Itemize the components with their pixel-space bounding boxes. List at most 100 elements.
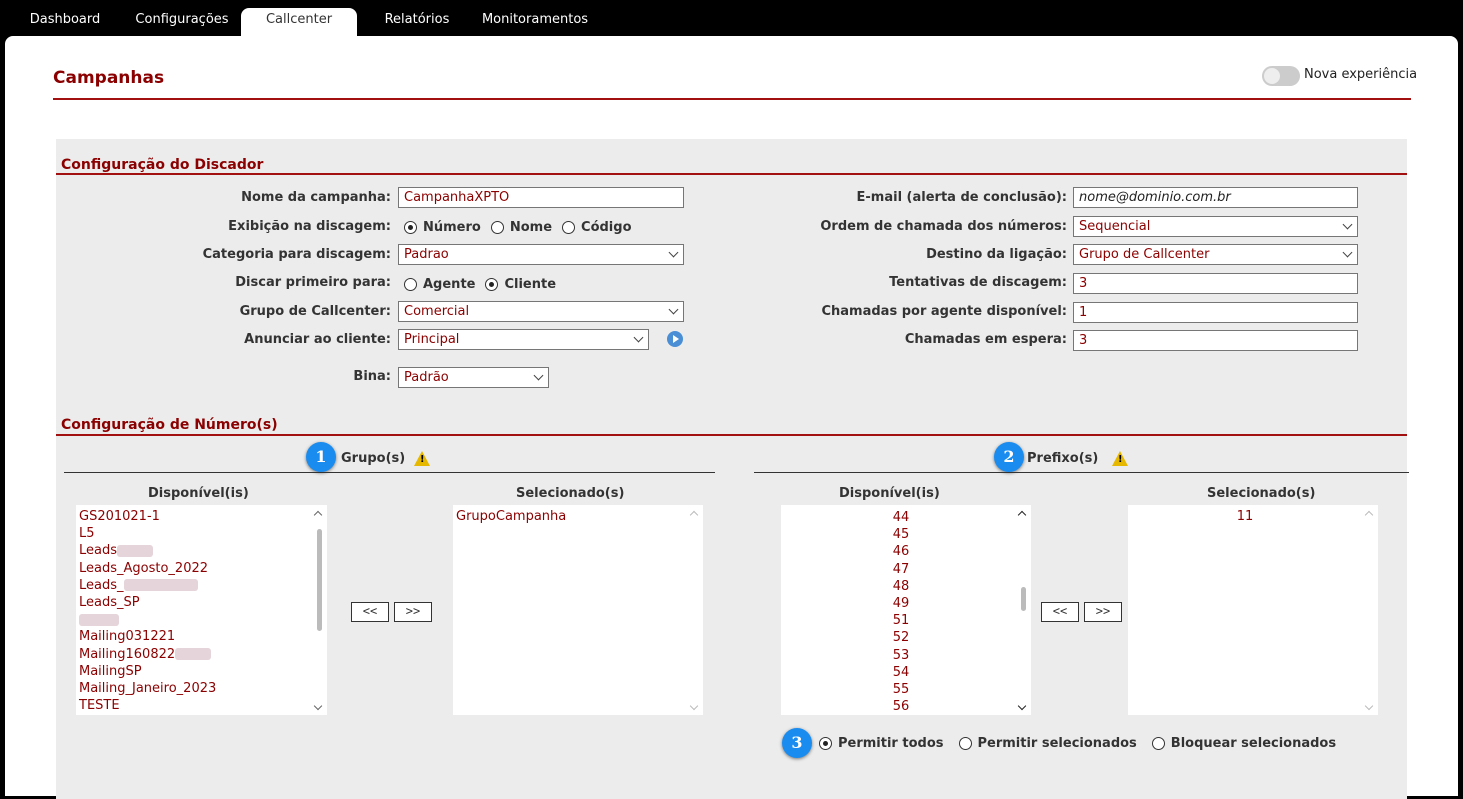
display-option-numero[interactable]: Número — [404, 220, 481, 235]
scrollbar-thumb[interactable] — [317, 529, 322, 631]
announce-select-value: Principal — [404, 332, 460, 347]
tab-monitoramentos[interactable]: Monitoramentos — [476, 8, 594, 36]
radio-codigo[interactable] — [562, 221, 576, 234]
list-item[interactable]: 51 — [781, 612, 1021, 629]
radio-permitir-selecionados[interactable] — [958, 737, 972, 750]
tab-callcenter[interactable]: Callcenter — [241, 8, 357, 36]
step-badge-3: 3 — [782, 728, 812, 758]
page-content: Campanhas Nova experiência Configuração … — [5, 36, 1458, 799]
radio-permitir-todos[interactable] — [819, 737, 832, 750]
tab-dashboard[interactable]: Dashboard — [18, 8, 112, 36]
list-item[interactable]: GS201021-1 — [76, 508, 327, 525]
order-label: Ordem de chamada dos números: — [820, 219, 1067, 234]
chevron-down-icon — [668, 247, 679, 258]
email-input[interactable]: nome@dominio.com.br — [1073, 187, 1358, 208]
radio-nome-label: Nome — [509, 220, 553, 235]
prefixes-available-header: Disponível(is) — [839, 486, 940, 501]
list-item[interactable]: Mailing031221 — [76, 628, 327, 645]
campaign-name-label: Nome da campanha: — [241, 190, 391, 205]
prefixes-add-button[interactable]: >> — [1084, 602, 1122, 622]
warning-icon: ! — [1112, 451, 1128, 466]
play-icon[interactable] — [667, 331, 683, 347]
page-title: Campanhas — [53, 68, 165, 88]
tab-relatorios[interactable]: Relatórios — [376, 8, 458, 36]
scrollbar-thumb[interactable] — [1021, 587, 1026, 611]
step-badge-1: 1 — [306, 442, 336, 472]
groups-selected-list[interactable]: GrupoCampanha — [453, 505, 703, 715]
list-item[interactable]: MailingSP — [76, 663, 327, 680]
groups-available-list[interactable]: GS201021-1 L5 Leads Leads_Agosto_2022 Le… — [76, 505, 327, 715]
list-item[interactable]: Leads_SP — [76, 594, 327, 611]
display-option-codigo[interactable]: Código — [562, 220, 632, 235]
list-item[interactable]: 47 — [781, 561, 1021, 578]
groups-remove-button[interactable]: << — [351, 602, 389, 622]
list-item[interactable]: GrupoCampanha — [453, 508, 703, 525]
prefixes-selected-list[interactable]: 11 — [1128, 505, 1378, 715]
list-item[interactable]: Mailing_Janeiro_2023 — [76, 680, 327, 697]
bina-select[interactable]: Padrão — [398, 367, 549, 388]
radio-nome[interactable] — [490, 221, 504, 234]
list-item[interactable]: 48 — [781, 578, 1021, 595]
list-item[interactable]: 52 — [781, 629, 1021, 646]
list-item[interactable] — [76, 611, 327, 628]
list-item[interactable]: TESTE — [76, 697, 327, 714]
list-item[interactable]: 45 — [781, 526, 1021, 543]
list-item[interactable]: 56 — [781, 698, 1021, 715]
group-select[interactable]: Comercial — [398, 301, 684, 322]
campaign-name-input[interactable]: CampanhaXPTO — [398, 187, 684, 208]
prefixes-remove-button[interactable]: << — [1041, 602, 1079, 622]
dial-first-option-cliente[interactable]: Cliente — [485, 277, 556, 292]
list-item[interactable]: 46 — [781, 543, 1021, 560]
scroll-down-icon[interactable] — [689, 701, 699, 711]
list-item[interactable]: 53 — [781, 647, 1021, 664]
radio-permitir-selecionados-label: Permitir selecionados — [977, 736, 1137, 751]
chevron-down-icon — [1342, 247, 1353, 258]
announce-label: Anunciar ao cliente: — [244, 332, 391, 347]
prefixes-divider — [754, 472, 1409, 473]
order-select[interactable]: Sequencial — [1073, 216, 1358, 237]
prefixes-selected-header: Selecionado(s) — [1207, 486, 1316, 501]
prefixes-available-list[interactable]: 44 45 46 47 48 49 51 52 53 54 55 56 — [781, 505, 1031, 715]
radio-bloquear-selecionados-label: Bloquear selecionados — [1170, 736, 1337, 751]
list-item[interactable]: Leads_Agosto_2022 — [76, 560, 327, 577]
list-item[interactable]: 49 — [781, 595, 1021, 612]
prefix-filter-radio-group: Permitir todos Permitir selecionados Blo… — [819, 736, 1346, 751]
list-item[interactable]: 11 — [1128, 508, 1362, 525]
tab-configuracoes[interactable]: Configurações — [128, 8, 236, 36]
calls-per-agent-input[interactable]: 1 — [1073, 302, 1358, 323]
dial-first-radio-group: Agente Cliente — [404, 277, 566, 292]
chevron-down-icon — [668, 304, 679, 315]
dial-first-option-agente[interactable]: Agente — [404, 277, 475, 292]
bina-label: Bina: — [353, 369, 391, 384]
category-select[interactable]: Padrao — [398, 244, 684, 265]
category-label: Categoria para discagem: — [202, 247, 391, 262]
list-item[interactable]: Leads — [76, 542, 327, 559]
groups-add-button[interactable]: >> — [394, 602, 432, 622]
destination-select[interactable]: Grupo de Callcenter — [1073, 244, 1358, 265]
display-option-nome[interactable]: Nome — [490, 220, 553, 235]
dial-first-label: Discar primeiro para: — [235, 275, 391, 290]
radio-bloquear-selecionados[interactable] — [1151, 737, 1165, 750]
radio-agente[interactable] — [404, 278, 417, 291]
list-item[interactable]: Mailing160822 — [76, 646, 327, 663]
calls-waiting-input[interactable]: 3 — [1073, 330, 1358, 351]
redacted-blur — [79, 613, 119, 626]
list-item[interactable]: 55 — [781, 681, 1021, 698]
announce-select[interactable]: Principal — [398, 329, 649, 350]
filter-option-permitir-selecionados[interactable]: Permitir selecionados — [958, 736, 1137, 751]
filter-option-permitir-todos[interactable]: Permitir todos — [819, 736, 944, 751]
list-item[interactable]: 44 — [781, 509, 1021, 526]
radio-numero[interactable] — [404, 221, 417, 234]
radio-cliente[interactable] — [485, 278, 499, 291]
section-divider — [56, 434, 1407, 436]
radio-codigo-label: Código — [581, 220, 632, 235]
list-item[interactable]: L5 — [76, 525, 327, 542]
list-item[interactable]: 54 — [781, 664, 1021, 681]
attempts-input[interactable]: 3 — [1073, 273, 1358, 294]
filter-option-bloquear-selecionados[interactable]: Bloquear selecionados — [1151, 736, 1337, 751]
new-experience-toggle[interactable] — [1262, 66, 1300, 86]
section-divider — [56, 173, 1407, 175]
scroll-down-icon[interactable] — [1364, 701, 1374, 711]
list-item[interactable]: Leads_ — [76, 577, 327, 594]
calls-per-agent-label: Chamadas por agente disponível: — [821, 304, 1067, 319]
